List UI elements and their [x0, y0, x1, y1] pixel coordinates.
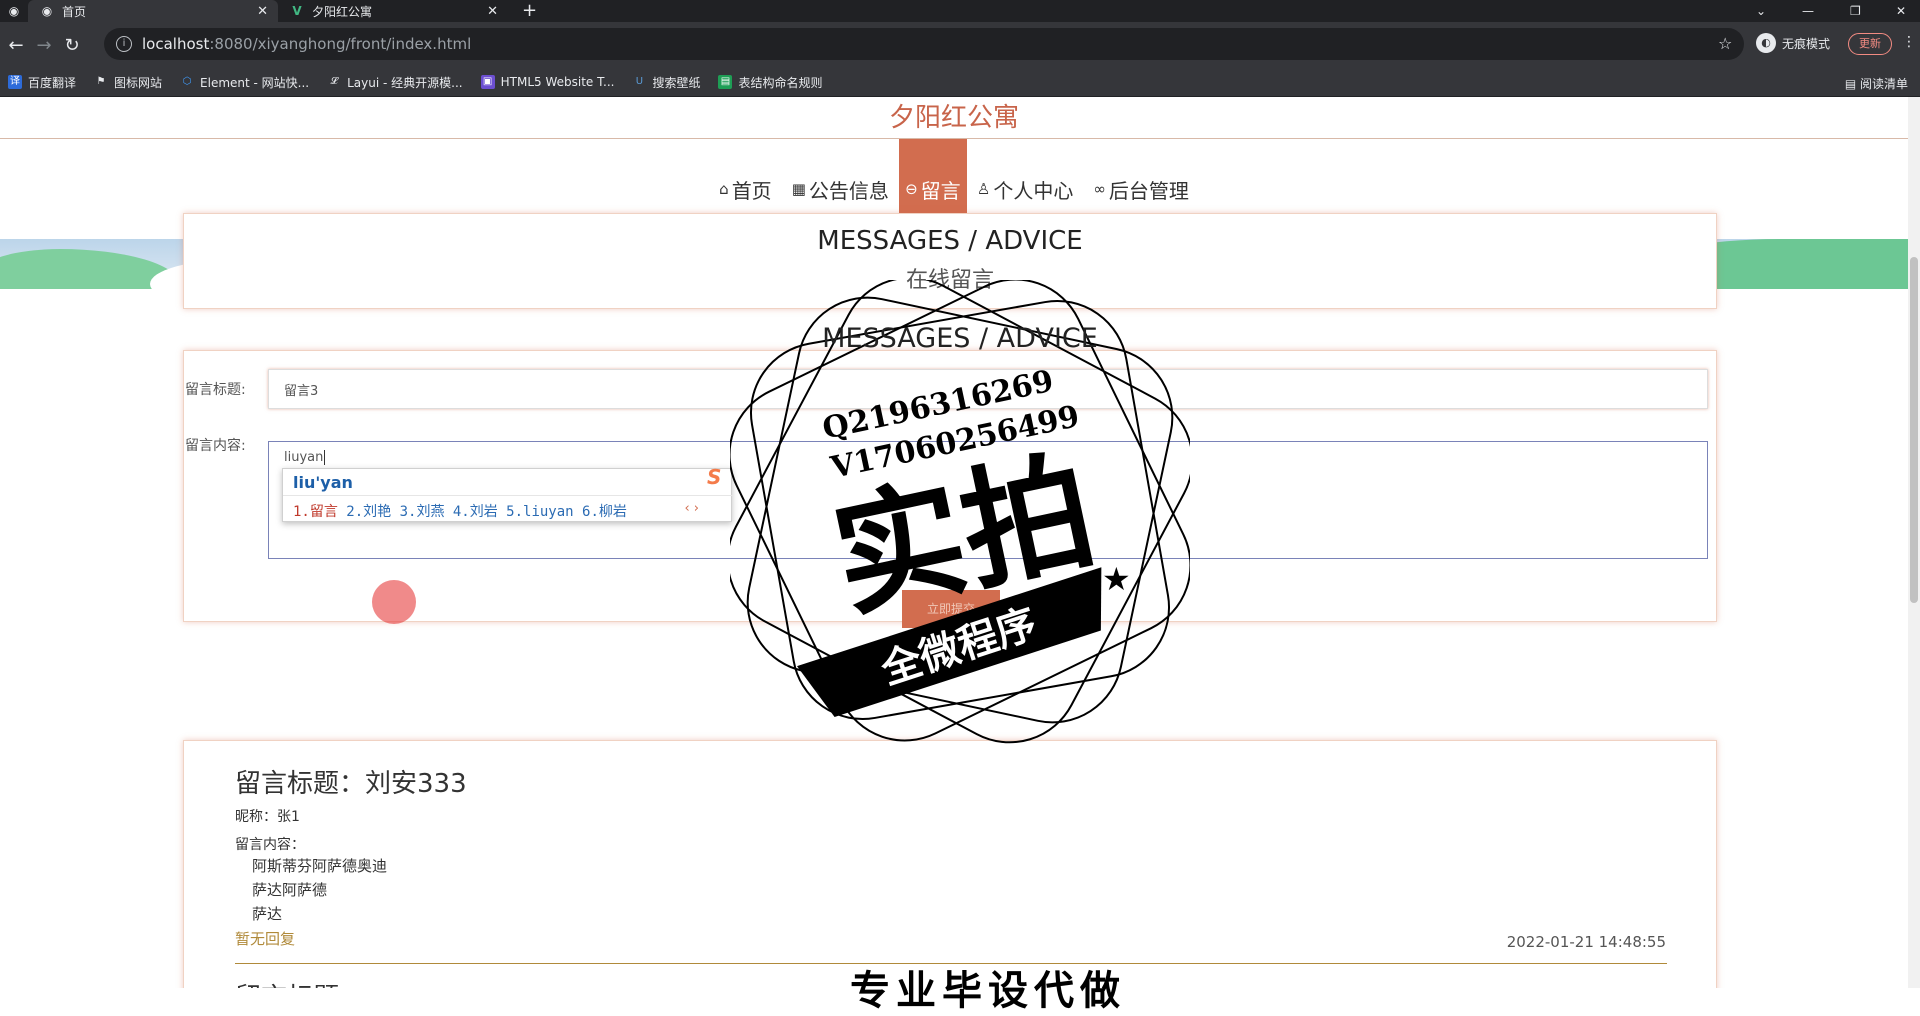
- watermark-en-overlay: MESSAGES / ADVICE: [822, 323, 1098, 354]
- layui-icon: 𝓛: [330, 76, 338, 87]
- browser-menu-icon[interactable]: ◉: [0, 0, 28, 22]
- url-host: localhost: [142, 35, 210, 53]
- ime-page-arrows-icon[interactable]: ‹ ›: [684, 501, 699, 516]
- reading-list-icon: ▤: [1844, 77, 1860, 91]
- scrollbar-thumb[interactable]: [1910, 257, 1918, 603]
- message-item: 留言标题：刘安333 昵称：张1 留言内容： 阿斯蒂芬阿萨德奥迪 萨达阿萨德 萨…: [183, 740, 1717, 988]
- message-title: 留言标题：刘安333: [235, 769, 467, 799]
- window-close-icon[interactable]: ✕: [1896, 0, 1906, 22]
- minimize-icon[interactable]: —: [1802, 0, 1814, 22]
- globe-icon: ◉: [41, 4, 53, 18]
- ime-candidates[interactable]: 1.留言 2.刘艳 3.刘燕 4.刘岩 5.liuyan 6.柳岩: [293, 501, 627, 521]
- more-menu-icon[interactable]: ⋮: [1902, 34, 1916, 50]
- close-icon[interactable]: ✕: [487, 4, 498, 19]
- next-message-title: 留言标题：: [235, 977, 365, 988]
- address-bar: ← → ↻ i localhost:8080/xiyanghong/front/…: [0, 22, 1920, 68]
- browser-tab-strip: ◉ ◉ 首页 ✕ V 夕阳红公寓 ✕ + ⌄ — ❐ ✕: [0, 0, 1920, 22]
- message-line: 萨达: [252, 905, 283, 923]
- tab-home[interactable]: ◉ 首页 ✕: [28, 0, 278, 22]
- no-reply-status: 暂无回复: [235, 930, 296, 948]
- mouse-cursor-indicator: [372, 580, 416, 624]
- tab-title: 夕阳红公寓: [312, 4, 373, 19]
- reading-list-button[interactable]: ▤ 阅读清单: [1845, 75, 1908, 92]
- update-button[interactable]: 更新: [1848, 33, 1892, 55]
- tab-title: 首页: [62, 4, 87, 19]
- star-icon: ★: [1102, 560, 1131, 598]
- message-line: 阿斯蒂芬阿萨德奥迪: [252, 857, 388, 875]
- tab-site[interactable]: V 夕阳红公寓 ✕: [278, 0, 508, 22]
- url-path: :8080/xiyanghong/front/index.html: [209, 35, 472, 53]
- watermark-bottom-text: 专业毕设代做: [850, 968, 1126, 1014]
- globe-icon: ◉: [8, 4, 20, 18]
- bookmark-star-icon[interactable]: ☆: [1718, 34, 1732, 53]
- bookmarks-bar: 译百度翻译 ⚑ 图标网站 ⬡ Element - 网站快... 𝓛 Layui - 经…: [0, 68, 1920, 97]
- incognito-label: 无痕模式: [1782, 36, 1831, 51]
- message-content-label: 留言内容：: [235, 837, 305, 853]
- ime-candidate-first[interactable]: 1.留言: [293, 504, 338, 520]
- reload-icon[interactable]: ↻: [58, 35, 86, 56]
- bookmark-item[interactable]: ▣ HTML5 Website T...: [480, 75, 614, 89]
- title-label: 留言标题:: [185, 382, 246, 398]
- bookmark-item[interactable]: 译百度翻译: [8, 74, 76, 91]
- message-line: 萨达阿萨德: [252, 881, 328, 899]
- bookmark-item[interactable]: U 搜索壁纸: [632, 74, 701, 91]
- bookmark-item[interactable]: ⚑ 图标网站: [94, 74, 163, 91]
- bookmark-item[interactable]: ▤ 表结构命名规则: [718, 74, 822, 91]
- ime-pinyin: liu'yan: [293, 473, 353, 492]
- link-icon: ∞: [1093, 180, 1106, 198]
- ime-candidate-rest[interactable]: 2.刘艳 3.刘燕 4.刘岩 5.liuyan 6.柳岩: [346, 504, 627, 520]
- bookmark-item[interactable]: ⬡ Element - 网站快...: [180, 74, 309, 91]
- element-icon: ⬡: [182, 76, 192, 87]
- site-title: 夕阳红公寓: [0, 97, 1908, 139]
- message-icon: ⊖: [905, 180, 918, 198]
- incognito-icon: ◐: [1756, 33, 1776, 53]
- wallpaper-icon: U: [635, 76, 644, 87]
- ime-candidate-popup[interactable]: liu'yan S 1.留言 2.刘艳 3.刘燕 4.刘岩 5.liuyan 6…: [282, 465, 733, 522]
- forward-icon[interactable]: →: [30, 35, 58, 56]
- text-caret: [324, 450, 326, 465]
- content-label: 留言内容:: [185, 438, 246, 454]
- back-icon[interactable]: ←: [2, 35, 30, 56]
- translate-icon: 译: [8, 75, 22, 89]
- close-icon[interactable]: ✕: [257, 4, 268, 19]
- flag-icon: ⚑: [96, 76, 106, 87]
- message-nickname: 昵称：张1: [235, 809, 300, 825]
- restore-icon[interactable]: ❐: [1850, 0, 1861, 22]
- message-body: 阿斯蒂芬阿萨德奥迪 萨达阿萨德 萨达: [252, 854, 1666, 926]
- vue-icon: V: [292, 4, 302, 18]
- chevron-down-icon[interactable]: ⌄: [1756, 0, 1766, 22]
- star-icon: ★: [830, 663, 862, 704]
- bookmark-item[interactable]: 𝓛 Layui - 经典开源模...: [327, 74, 462, 91]
- page-scrollbar[interactable]: [1908, 97, 1920, 988]
- grid-icon: ▦: [791, 180, 806, 198]
- user-icon: ♙: [976, 180, 991, 198]
- section-title-en: MESSAGES / ADVICE: [817, 226, 1083, 256]
- new-tab-button[interactable]: +: [522, 0, 537, 21]
- content-value: liuyan: [284, 450, 324, 465]
- home-icon: ⌂: [719, 180, 729, 198]
- html5-icon: ▣: [480, 75, 495, 89]
- sheet-icon: ▤: [718, 75, 733, 89]
- divider: [283, 495, 733, 496]
- url-input[interactable]: i localhost:8080/xiyanghong/front/index.…: [104, 28, 1744, 60]
- watermark-stamp: MESSAGES / ADVICE Q2196316269 V170602564…: [730, 280, 1190, 744]
- incognito-indicator[interactable]: ◐ 无痕模式: [1756, 33, 1830, 53]
- info-icon[interactable]: i: [116, 36, 132, 52]
- message-timestamp: 2022-01-21 14:48:55: [1506, 933, 1666, 951]
